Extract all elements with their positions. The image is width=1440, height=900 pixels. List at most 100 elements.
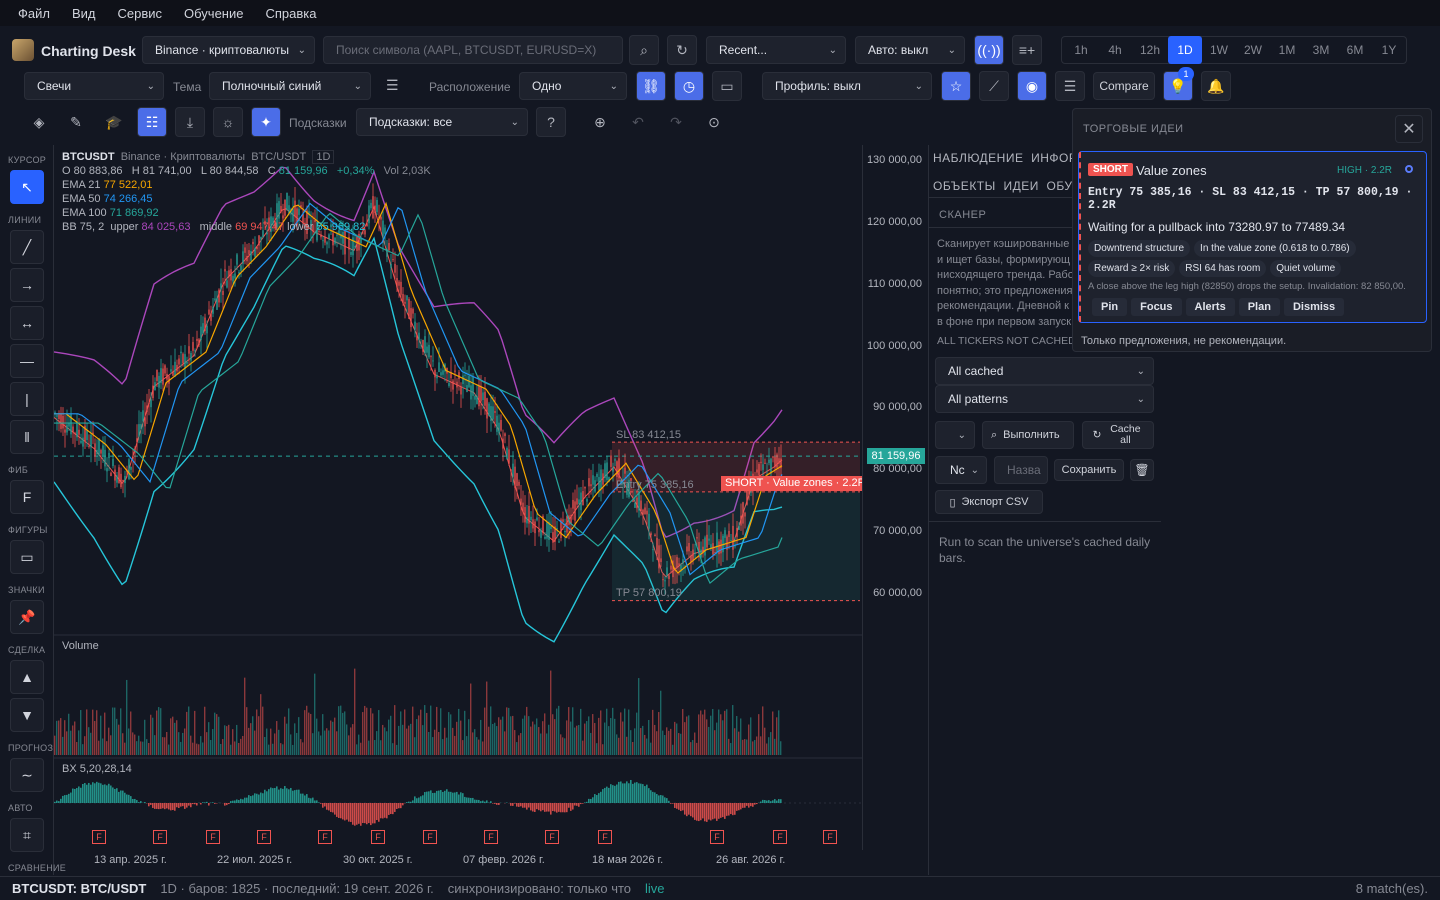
timeframe-1h[interactable]: 1h bbox=[1064, 36, 1098, 64]
f-marker[interactable]: F bbox=[92, 830, 106, 844]
ray-tool[interactable]: → bbox=[10, 268, 44, 302]
menu-view[interactable]: Вид bbox=[72, 6, 96, 21]
timeframe-12h[interactable]: 12h bbox=[1132, 36, 1168, 64]
timeframe-3M[interactable]: 3M bbox=[1304, 36, 1338, 64]
export-csv-button[interactable]: ▯ Экспорт CSV bbox=[935, 490, 1043, 514]
tab-objects[interactable]: ОБЪЕКТЫ bbox=[933, 179, 996, 193]
f-marker[interactable]: F bbox=[371, 830, 385, 844]
auto-tool[interactable]: ⌗ bbox=[10, 818, 44, 852]
refresh-button[interactable]: ↻ bbox=[667, 35, 697, 65]
cache-all-button[interactable]: ↻ Cache all bbox=[1082, 421, 1154, 449]
tab-ideas[interactable]: ИДЕИ bbox=[1003, 179, 1038, 193]
visibility-button[interactable]: ◉ bbox=[1017, 71, 1047, 101]
menu-file[interactable]: Файл bbox=[18, 6, 50, 21]
save-button[interactable]: Сохранить bbox=[1054, 459, 1124, 481]
trade-tag[interactable]: SHORT · Value zones · 2.2R bbox=[721, 476, 870, 491]
symbol-search-input[interactable]: Поиск символа (AAPL, BTCUSDT, EURUSD=X) bbox=[323, 36, 623, 64]
add-list-button[interactable]: ≡+ bbox=[1012, 35, 1042, 65]
timer-button[interactable]: ◷ bbox=[674, 71, 704, 101]
trendline-tool[interactable]: ╱ bbox=[10, 230, 44, 264]
pin-tool[interactable]: 📌 bbox=[10, 600, 44, 634]
search-button[interactable]: ⌕ bbox=[629, 35, 659, 65]
exchange-select[interactable]: Binance · криптовалюты ⌄ bbox=[142, 36, 315, 64]
f-marker[interactable]: F bbox=[318, 830, 332, 844]
timeframe-6M[interactable]: 6M bbox=[1338, 36, 1372, 64]
idea-card[interactable]: SHORT Value zones HIGH · 2.2R Entry 75 3… bbox=[1078, 151, 1427, 323]
parallel-channel-tool[interactable]: ‖ bbox=[10, 420, 44, 454]
alerts-button[interactable]: 🔔 bbox=[1201, 71, 1231, 101]
list-button[interactable]: ☷ bbox=[137, 107, 167, 137]
horizontal-line-tool[interactable]: — bbox=[10, 344, 44, 378]
timeframe-1W[interactable]: 1W bbox=[1202, 36, 1236, 64]
tab-watchlist[interactable]: НАБЛЮДЕНИЕ bbox=[933, 151, 1023, 165]
redo-button[interactable]: ↷ bbox=[661, 107, 691, 137]
dismiss-button[interactable]: Dismiss bbox=[1283, 298, 1345, 316]
chart-canvas[interactable] bbox=[54, 145, 862, 850]
brightness-button[interactable]: ☼ bbox=[213, 107, 243, 137]
auto-select[interactable]: Авто: выкл ⌄ bbox=[855, 36, 965, 64]
extended-line-tool[interactable]: ↔ bbox=[10, 306, 44, 340]
f-marker[interactable]: F bbox=[545, 830, 559, 844]
templates-button[interactable]: ☰ bbox=[1055, 71, 1085, 101]
theme-select[interactable]: Полночный синий ⌄ bbox=[209, 72, 371, 100]
close-button[interactable]: ✕ bbox=[1395, 115, 1423, 143]
f-marker[interactable]: F bbox=[710, 830, 724, 844]
learn-button[interactable]: 🎓 bbox=[99, 107, 129, 137]
timeframe-1M[interactable]: 1M bbox=[1270, 36, 1304, 64]
f-marker[interactable]: F bbox=[153, 830, 167, 844]
hints-select[interactable]: Подсказки: все ⌄ bbox=[356, 108, 528, 136]
pattern-select[interactable]: All patterns ⌄ bbox=[935, 385, 1154, 413]
vertical-line-tool[interactable]: | bbox=[10, 382, 44, 416]
menu-learning[interactable]: Обучение bbox=[184, 6, 243, 21]
forecast-tool[interactable]: ∼ bbox=[10, 758, 44, 792]
timeframe-2W[interactable]: 2W bbox=[1236, 36, 1270, 64]
undo-button[interactable]: ↶ bbox=[623, 107, 653, 137]
chart-type-select[interactable]: Свечи ⌄ bbox=[24, 72, 164, 100]
compare-button[interactable]: Compare bbox=[1093, 72, 1155, 100]
f-marker[interactable]: F bbox=[423, 830, 437, 844]
indicators-button[interactable]: ⟋ bbox=[979, 71, 1009, 101]
sliders-icon[interactable]: ☰ bbox=[386, 77, 399, 94]
help-button[interactable]: ? bbox=[536, 107, 566, 137]
menu-service[interactable]: Сервис bbox=[118, 6, 163, 21]
layout-select[interactable]: Одно ⌄ bbox=[519, 72, 627, 100]
replay-button[interactable]: ⊙ bbox=[699, 107, 729, 137]
volume-bar bbox=[660, 690, 662, 755]
edit-button[interactable]: ✎ bbox=[61, 107, 91, 137]
crosshair-button[interactable]: ⊕ bbox=[585, 107, 615, 137]
preset-select[interactable]: Nc ⌄ bbox=[935, 456, 987, 484]
focus-button[interactable]: Focus bbox=[1131, 298, 1182, 316]
menu-help[interactable]: Справка bbox=[265, 6, 316, 21]
hints-toggle[interactable]: ✦ bbox=[251, 107, 281, 137]
broadcast-button[interactable]: ((·)) bbox=[974, 35, 1004, 65]
mode-select[interactable]: ⌄ bbox=[935, 421, 975, 449]
screen-button[interactable]: ▭ bbox=[712, 71, 742, 101]
pin-button[interactable]: Pin bbox=[1092, 298, 1128, 316]
universe-select[interactable]: All cached ⌄ bbox=[935, 357, 1154, 385]
favorite-button[interactable]: ☆ bbox=[941, 71, 971, 101]
timeframe-1Y[interactable]: 1Y bbox=[1372, 36, 1406, 64]
layers-button[interactable]: ◈ bbox=[24, 107, 54, 137]
timeframe-4h[interactable]: 4h bbox=[1098, 36, 1132, 64]
alerts-action-button[interactable]: Alerts bbox=[1185, 298, 1235, 316]
download-button[interactable]: ⤓ bbox=[175, 107, 205, 137]
preset-name-input[interactable]: Назва bbox=[994, 456, 1048, 484]
f-marker[interactable]: F bbox=[206, 830, 220, 844]
long-position-tool[interactable]: ▲ bbox=[10, 660, 44, 694]
short-position-tool[interactable]: ▼ bbox=[10, 698, 44, 732]
f-marker[interactable]: F bbox=[484, 830, 498, 844]
profile-select[interactable]: Профиль: выкл ⌄ bbox=[762, 72, 932, 100]
f-marker[interactable]: F bbox=[773, 830, 787, 844]
delete-button[interactable]: 🗑 bbox=[1130, 459, 1154, 481]
plan-button[interactable]: Plan bbox=[1238, 298, 1280, 316]
f-marker[interactable]: F bbox=[257, 830, 271, 844]
recent-select[interactable]: Recent... ⌄ bbox=[706, 36, 846, 64]
f-marker[interactable]: F bbox=[598, 830, 612, 844]
fib-tool[interactable]: F bbox=[10, 480, 44, 514]
timeframe-1D[interactable]: 1D bbox=[1168, 36, 1202, 64]
cursor-tool[interactable]: ↖ bbox=[10, 170, 44, 204]
run-button[interactable]: ⌕ Выполнить bbox=[982, 421, 1074, 449]
link-button[interactable]: ⛓ bbox=[636, 71, 666, 101]
f-marker[interactable]: F bbox=[823, 830, 837, 844]
rectangle-tool[interactable]: ▭ bbox=[10, 540, 44, 574]
